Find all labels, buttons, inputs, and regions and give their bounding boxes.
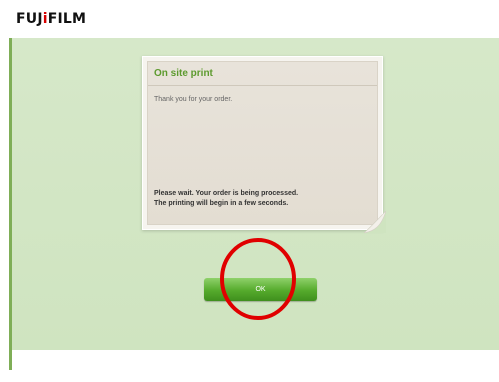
dialog-title: On site print: [154, 68, 213, 79]
thank-you-message: Thank you for your order.: [154, 96, 233, 103]
dialog-body: On site print Thank you for your order. …: [147, 61, 378, 225]
processing-message: Please wait. Your order is being process…: [154, 189, 298, 209]
order-status-dialog: On site print Thank you for your order. …: [142, 56, 386, 233]
processing-line-2: The printing will begin in a few seconds…: [154, 200, 289, 207]
fujifilm-logo: FUJiFILM: [16, 11, 87, 27]
ok-button[interactable]: OK: [204, 278, 317, 301]
processing-line-1: Please wait. Your order is being process…: [154, 190, 299, 197]
page-curl-icon: [364, 211, 386, 233]
dialog-divider: [148, 85, 377, 86]
